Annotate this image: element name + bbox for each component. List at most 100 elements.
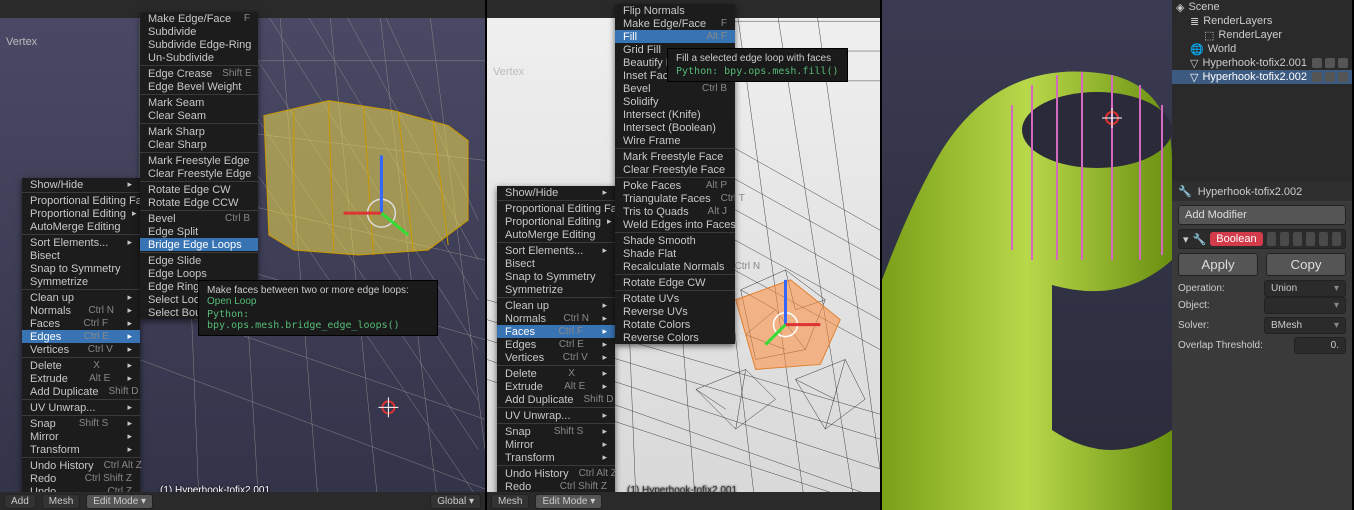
render-toggle[interactable]	[1267, 232, 1276, 246]
menu-item[interactable]: Edge Loops	[140, 267, 258, 280]
menu-item[interactable]: FacesCtrl F	[22, 317, 140, 330]
menu-item[interactable]: Rotate Edge CW	[615, 276, 735, 289]
menu-item[interactable]: Undo HistoryCtrl Alt Z	[22, 459, 140, 472]
menu-item[interactable]: FacesCtrl F	[497, 325, 615, 338]
menu-item[interactable]: NormalsCtrl N	[497, 312, 615, 325]
mode-dropdown[interactable]: Edit Mode ▾	[86, 494, 153, 509]
menu-item[interactable]: Mirror	[22, 430, 140, 443]
menu-item[interactable]: Bisect	[497, 257, 615, 270]
move-up[interactable]	[1306, 232, 1315, 246]
menu-item[interactable]: AutoMerge Editing	[497, 228, 615, 241]
menu-item[interactable]: FillAlt F	[615, 30, 735, 43]
move-down[interactable]	[1319, 232, 1328, 246]
menu-item[interactable]: Transform	[22, 443, 140, 456]
menu-item[interactable]: Shade Flat	[615, 247, 735, 260]
mesh-tab-2[interactable]: Mesh	[491, 494, 529, 509]
menu-item[interactable]: Make Edge/FaceF	[140, 12, 258, 25]
menu-item[interactable]: Proportional Editing	[497, 215, 615, 228]
modifier-header[interactable]: ▾ 🔧 Boolean	[1178, 229, 1346, 249]
menu-item[interactable]: Mirror	[497, 438, 615, 451]
menu-item[interactable]: Edge Slide	[140, 254, 258, 267]
menu-item[interactable]: Reverse Colors	[615, 331, 735, 344]
menu-item[interactable]: Mark Freestyle Face	[615, 150, 735, 163]
menu-item[interactable]: EdgesCtrl E	[497, 338, 615, 351]
edges-submenu[interactable]: Make Edge/FaceFSubdivideSubdivide Edge-R…	[140, 12, 258, 319]
mesh-context-menu-2[interactable]: Show/Hide Proportional Editing FalloffPro…	[497, 186, 615, 506]
outliner[interactable]: ◈ Scene ≣RenderLayers⬚RenderLayer🌐World▽…	[1172, 0, 1352, 84]
menu-item[interactable]: Recalculate NormalsCtrl N	[615, 260, 735, 273]
menu-item[interactable]: Add DuplicateShift D	[497, 393, 615, 406]
menu-item[interactable]: Show/Hide	[497, 186, 615, 199]
menu-item[interactable]: DeleteX	[497, 367, 615, 380]
menu-item[interactable]: Bisect	[22, 249, 140, 262]
menu-item[interactable]: Clear Freestyle Face	[615, 163, 735, 176]
menu-item[interactable]: Tris to QuadsAlt J	[615, 205, 735, 218]
menu-item[interactable]: DeleteX	[22, 359, 140, 372]
menu-item[interactable]: Edge Bevel Weight	[140, 80, 258, 93]
menu-item[interactable]: Sort Elements...	[497, 244, 615, 257]
menu-item[interactable]: Rotate UVs	[615, 292, 735, 305]
overlap-field[interactable]: 0.	[1294, 337, 1346, 354]
menu-item[interactable]: VerticesCtrl V	[22, 343, 140, 356]
menu-item[interactable]: Mark Seam	[140, 96, 258, 109]
menu-item[interactable]: VerticesCtrl V	[497, 351, 615, 364]
outliner-scene[interactable]: ◈ Scene	[1172, 0, 1352, 14]
menu-item[interactable]: Mark Sharp	[140, 125, 258, 138]
menu-item[interactable]: Un-Subdivide	[140, 51, 258, 64]
menu-item[interactable]: Proportional Editing Falloff	[497, 202, 615, 215]
menu-item[interactable]: UV Unwrap...	[22, 401, 140, 414]
object-dropdown[interactable]	[1264, 297, 1346, 314]
menu-item[interactable]: Mark Freestyle Edge	[140, 154, 258, 167]
operation-dropdown[interactable]: Union	[1264, 280, 1346, 297]
outliner-item[interactable]: ▽Hyperhook-tofix2.001	[1172, 56, 1352, 70]
menu-item[interactable]: SnapShift S	[497, 425, 615, 438]
menu-item[interactable]: Edge CreaseShift E	[140, 67, 258, 80]
outliner-item[interactable]: ▽Hyperhook-tofix2.002	[1172, 70, 1352, 84]
menu-item[interactable]: Rotate Edge CW	[140, 183, 258, 196]
menu-item[interactable]: Sort Elements...	[22, 236, 140, 249]
menu-item[interactable]: BevelCtrl B	[615, 82, 735, 95]
outliner-item[interactable]: ≣RenderLayers	[1172, 14, 1352, 28]
menu-item[interactable]: Symmetrize	[497, 283, 615, 296]
mesh-context-menu[interactable]: Show/HideProportional Editing FalloffPro…	[22, 178, 140, 498]
menu-item[interactable]: Clean up	[497, 299, 615, 312]
menu-item[interactable]: Flip Normals	[615, 4, 735, 17]
menu-item[interactable]: AutoMerge Editing	[22, 220, 140, 233]
menu-item[interactable]: Clean up	[22, 291, 140, 304]
menu-item[interactable]: Triangulate FacesCtrl T	[615, 192, 735, 205]
outliner-item[interactable]: 🌐World	[1172, 42, 1352, 56]
menu-item[interactable]: Show/Hide	[22, 178, 140, 191]
menu-item[interactable]: Snap to Symmetry	[22, 262, 140, 275]
menu-item[interactable]: Clear Sharp	[140, 138, 258, 151]
menu-item[interactable]: Snap to Symmetry	[497, 270, 615, 283]
menu-item[interactable]: BevelCtrl B	[140, 212, 258, 225]
menu-item[interactable]: Reverse UVs	[615, 305, 735, 318]
menu-item[interactable]: Rotate Colors	[615, 318, 735, 331]
editmode-toggle[interactable]	[1293, 232, 1302, 246]
menu-item[interactable]: Bridge Edge Loops	[140, 238, 258, 251]
expand-icon[interactable]: ▾	[1183, 233, 1189, 246]
menu-item[interactable]: Add DuplicateShift D	[22, 385, 140, 398]
mesh-tab[interactable]: Mesh	[42, 494, 80, 509]
menu-item[interactable]: Subdivide	[140, 25, 258, 38]
menu-item[interactable]: Intersect (Knife)	[615, 108, 735, 121]
mode-dropdown-2[interactable]: Edit Mode ▾	[535, 494, 602, 509]
menu-item[interactable]: Symmetrize	[22, 275, 140, 288]
menu-item[interactable]: Subdivide Edge-Ring	[140, 38, 258, 51]
menu-item[interactable]: Solidify	[615, 95, 735, 108]
menu-item[interactable]: UV Unwrap...	[497, 409, 615, 422]
menu-item[interactable]: RedoCtrl Shift Z	[22, 472, 140, 485]
menu-item[interactable]: NormalsCtrl N	[22, 304, 140, 317]
restrict-toggles[interactable]	[1312, 58, 1348, 68]
menu-item[interactable]: Make Edge/FaceF	[615, 17, 735, 30]
apply-button[interactable]: Apply	[1178, 253, 1258, 276]
menu-item[interactable]: Wire Frame	[615, 134, 735, 147]
menu-item[interactable]: Weld Edges into Faces	[615, 218, 735, 231]
viewport-3[interactable]	[882, 0, 1172, 510]
menu-item[interactable]: Undo HistoryCtrl Alt Z	[497, 467, 615, 480]
outliner-item[interactable]: ⬚RenderLayer	[1172, 28, 1352, 42]
menu-item[interactable]: Rotate Edge CCW	[140, 196, 258, 209]
menu-item[interactable]: Intersect (Boolean)	[615, 121, 735, 134]
viewport-toggle[interactable]	[1280, 232, 1289, 246]
add-modifier-dropdown[interactable]: Add Modifier	[1178, 205, 1346, 225]
